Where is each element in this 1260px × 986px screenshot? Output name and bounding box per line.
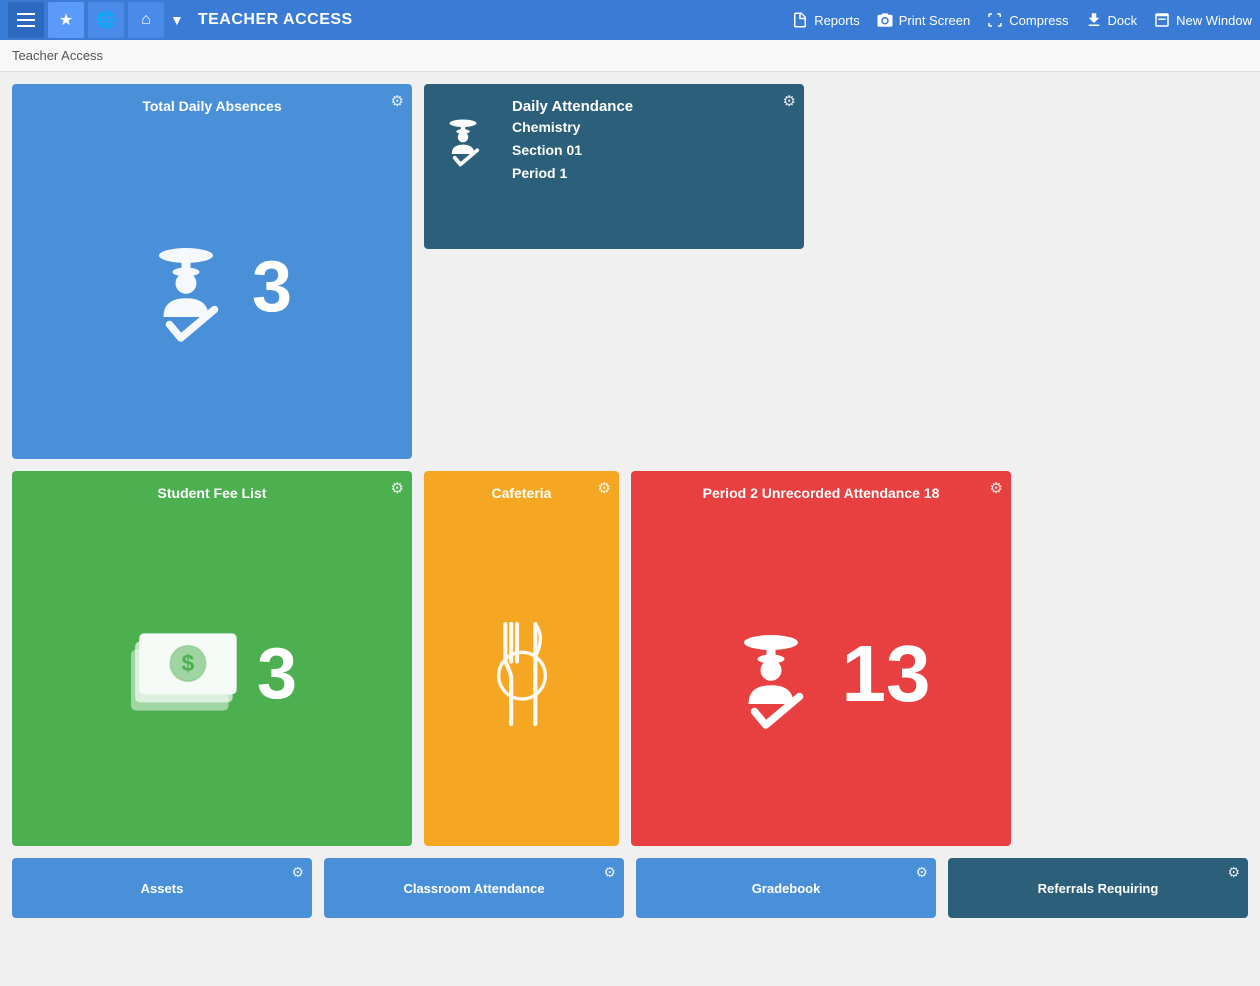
classroom-attendance-label: Classroom Attendance — [403, 881, 544, 896]
main-content: ⚙ Total Daily Absences 3 — [0, 72, 1260, 930]
svg-text:$: $ — [182, 649, 195, 675]
money-icon: $ — [127, 624, 257, 724]
gradebook-label: Gradebook — [752, 881, 821, 896]
header: ★ 🌐 ⌂ ▼ TEACHER ACCESS Reports Print Scr… — [0, 0, 1260, 40]
app-title: TEACHER ACCESS — [198, 11, 787, 29]
section: Section 01 — [512, 140, 633, 161]
compress-label: Compress — [1009, 13, 1068, 28]
class-name: Chemistry — [512, 117, 633, 138]
total-absences-icon-area: 3 — [12, 114, 412, 459]
classroom-attendance-settings-icon[interactable]: ⚙ — [603, 864, 616, 881]
assets-settings-icon[interactable]: ⚙ — [291, 864, 304, 881]
period2-icon-area: 13 — [631, 501, 1011, 846]
home-button[interactable]: ⌂ — [128, 2, 164, 38]
assets-tile[interactable]: ⚙ Assets — [12, 858, 312, 918]
period2-count: 13 — [842, 634, 931, 714]
classroom-attendance-tile[interactable]: ⚙ Classroom Attendance — [324, 858, 624, 918]
globe-button[interactable]: 🌐 — [88, 2, 124, 38]
student-fee-title: Student Fee List — [12, 485, 412, 501]
new-window-label: New Window — [1176, 13, 1252, 28]
student-fee-list-tile[interactable]: ⚙ Student Fee List $ 3 — [12, 471, 412, 846]
grad-check-large-icon — [712, 614, 842, 734]
favorites-button[interactable]: ★ — [48, 2, 84, 38]
cafeteria-settings[interactable]: ⚙ — [598, 479, 611, 497]
assets-label: Assets — [141, 881, 184, 896]
dock-icon — [1085, 11, 1103, 29]
total-daily-absences-tile[interactable]: ⚙ Total Daily Absences 3 — [12, 84, 412, 459]
period2-settings[interactable]: ⚙ — [990, 479, 1003, 497]
cafeteria-icon-area — [424, 501, 619, 846]
period2-title: Period 2 Unrecorded Attendance 18 — [631, 485, 1011, 501]
referrals-tile[interactable]: ⚙ Referrals Requiring — [948, 858, 1248, 918]
daily-attendance-title: Daily Attendance — [512, 98, 633, 115]
graduate-check-icon — [132, 227, 252, 347]
gradebook-settings-icon[interactable]: ⚙ — [915, 864, 928, 881]
total-absences-count: 3 — [252, 251, 292, 323]
daily-attendance-icon — [436, 104, 496, 187]
student-fee-count: 3 — [257, 638, 297, 710]
grad-check-small-icon — [436, 104, 496, 174]
camera-icon — [876, 11, 894, 29]
print-screen-button[interactable]: Print Screen — [876, 11, 971, 29]
row-1: ⚙ Total Daily Absences 3 — [12, 84, 1248, 459]
document-icon — [791, 11, 809, 29]
total-absences-settings[interactable]: ⚙ — [391, 92, 404, 110]
breadcrumb: Teacher Access — [0, 40, 1260, 72]
cafeteria-tile[interactable]: ⚙ Cafeteria — [424, 471, 619, 846]
dock-button[interactable]: Dock — [1085, 11, 1138, 29]
cafeteria-title: Cafeteria — [424, 485, 619, 501]
header-actions: Reports Print Screen Compress Dock New W… — [791, 11, 1252, 29]
window-icon — [1153, 11, 1171, 29]
reports-button[interactable]: Reports — [791, 11, 860, 29]
total-absences-title: Total Daily Absences — [12, 98, 412, 114]
student-fee-icon-area: $ 3 — [12, 501, 412, 846]
period: Period 1 — [512, 163, 633, 184]
nav-arrow[interactable]: ▼ — [168, 12, 186, 28]
referrals-settings-icon[interactable]: ⚙ — [1227, 864, 1240, 881]
compress-button[interactable]: Compress — [986, 11, 1068, 29]
print-screen-label: Print Screen — [899, 13, 971, 28]
referrals-label: Referrals Requiring — [1038, 881, 1159, 896]
dock-label: Dock — [1108, 13, 1138, 28]
daily-attendance-tile[interactable]: ⚙ Daily Attendance Chemistry Section 01 … — [424, 84, 804, 249]
bottom-tiles-row: ⚙ Assets ⚙ Classroom Attendance ⚙ Gradeb… — [12, 858, 1248, 918]
daily-attendance-settings[interactable]: ⚙ — [783, 92, 796, 110]
student-fee-settings[interactable]: ⚙ — [391, 479, 404, 497]
fork-knife-icon — [497, 614, 547, 734]
reports-label: Reports — [814, 13, 860, 28]
row-2: ⚙ Student Fee List $ 3 ⚙ Cafeteria — [12, 471, 1248, 846]
new-window-button[interactable]: New Window — [1153, 11, 1252, 29]
period2-tile[interactable]: ⚙ Period 2 Unrecorded Attendance 18 13 — [631, 471, 1011, 846]
gradebook-tile[interactable]: ⚙ Gradebook — [636, 858, 936, 918]
compress-icon — [986, 11, 1004, 29]
daily-attendance-content: Daily Attendance Chemistry Section 01 Pe… — [512, 96, 633, 184]
menu-button[interactable] — [8, 2, 44, 38]
